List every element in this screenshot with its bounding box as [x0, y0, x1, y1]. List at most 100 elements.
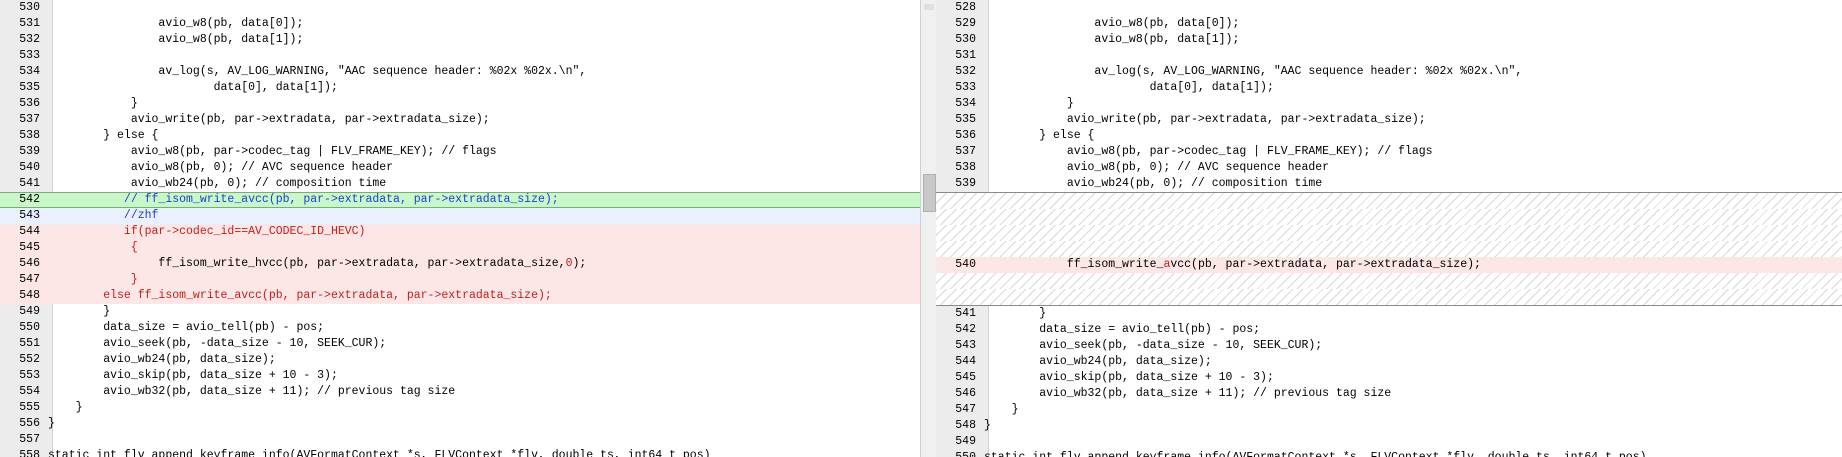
left-code-line[interactable]: 545 {	[0, 240, 920, 256]
left-code-line[interactable]: 543 //zhf	[0, 208, 920, 224]
code-text: avio_w8(pb, 0); // AVC sequence header	[48, 161, 394, 174]
line-number: 554	[19, 385, 40, 398]
right-code-line[interactable]: 545 avio_skip(pb, data_size + 10 - 3);	[936, 370, 1842, 386]
line-number: 550	[19, 321, 40, 334]
left-code-line[interactable]: 530	[0, 0, 920, 16]
right-code-line[interactable]: 529 avio_w8(pb, data[0]);	[936, 16, 1842, 32]
left-code-line[interactable]: 536 }	[0, 96, 920, 112]
left-code-line[interactable]: 531 avio_w8(pb, data[0]);	[0, 16, 920, 32]
left-code-line[interactable]: 541 avio_wb24(pb, 0); // composition tim…	[0, 176, 920, 192]
left-code-line[interactable]: 551 avio_seek(pb, -data_size - 10, SEEK_…	[0, 336, 920, 352]
left-code-line[interactable]: 539 avio_w8(pb, par->codec_tag | FLV_FRA…	[0, 144, 920, 160]
code-text: av_log(s, AV_LOG_WARNING, "AAC sequence …	[48, 65, 587, 78]
line-number: 548	[955, 419, 976, 432]
line-number: 552	[19, 353, 40, 366]
line-number: 540	[955, 258, 976, 271]
line-number: 529	[955, 17, 976, 30]
left-code-line[interactable]: 537 avio_write(pb, par->extradata, par->…	[0, 112, 920, 128]
line-number: 544	[19, 225, 40, 238]
right-code-line[interactable]: 536 } else {	[936, 128, 1842, 144]
code-text: avio_wb32(pb, data_size + 11); // previo…	[48, 385, 456, 398]
scroll-up-arrow-icon[interactable]	[924, 4, 934, 10]
right-code-line[interactable]: 540 ff_isom_write_avcc(pb, par->extradat…	[936, 257, 1842, 273]
left-code-line[interactable]: 550 data_size = avio_tell(pb) - pos;	[0, 320, 920, 336]
code-text: avio_w8(pb, par->codec_tag | FLV_FRAME_K…	[984, 145, 1433, 158]
code-text: avio_seek(pb, -data_size - 10, SEEK_CUR)…	[48, 337, 387, 350]
code-text: avio_write(pb, par->extradata, par->extr…	[984, 113, 1426, 126]
line-number: 537	[955, 145, 976, 158]
left-code-line[interactable]: 544 if(par->codec_id==AV_CODEC_ID_HEVC)	[0, 224, 920, 240]
line-number: 538	[19, 129, 40, 142]
left-code-line[interactable]: 535 data[0], data[1]);	[0, 80, 920, 96]
line-number: 530	[19, 1, 40, 14]
left-code-line[interactable]: 532 avio_w8(pb, data[1]);	[0, 32, 920, 48]
code-text: avio_seek(pb, -data_size - 10, SEEK_CUR)…	[984, 339, 1323, 352]
right-code-line[interactable]: 534 }	[936, 96, 1842, 112]
code-text: }	[984, 403, 1019, 416]
code-text: } else {	[984, 129, 1095, 142]
line-number: 532	[955, 65, 976, 78]
right-code-line[interactable]	[936, 192, 1842, 209]
line-number: 546	[19, 257, 40, 270]
right-code-line[interactable]: 541 }	[936, 306, 1842, 322]
left-code-line[interactable]: 556}	[0, 416, 920, 432]
right-code-line[interactable]: 533 data[0], data[1]);	[936, 80, 1842, 96]
left-code-lines: 530 531 avio_w8(pb, data[0]); 532 avio_w8(…	[0, 0, 920, 457]
code-text: avio_w8(pb, data[0]);	[48, 17, 304, 30]
left-code-line[interactable]: 546 ff_isom_write_hvcc(pb, par->extradat…	[0, 256, 920, 272]
right-code-line[interactable]	[936, 273, 1842, 289]
left-code-line[interactable]: 538 } else {	[0, 128, 920, 144]
line-number: 536	[955, 129, 976, 142]
code-text: avio_skip(pb, data_size + 10 - 3);	[984, 371, 1274, 384]
right-code-line[interactable]: 530 avio_w8(pb, data[1]);	[936, 32, 1842, 48]
left-code-line[interactable]: 534 av_log(s, AV_LOG_WARNING, "AAC seque…	[0, 64, 920, 80]
left-code-line[interactable]: 542 // ff_isom_write_avcc(pb, par->extra…	[0, 192, 920, 208]
right-code-line[interactable]: 548}	[936, 418, 1842, 434]
right-code-line[interactable]: 535 avio_write(pb, par->extradata, par->…	[936, 112, 1842, 128]
left-code-line[interactable]: 558 static int flv_append_keyframe_info(A…	[0, 448, 920, 457]
left-code-line[interactable]: 552 avio_wb24(pb, data_size);	[0, 352, 920, 368]
right-code-line[interactable]	[936, 225, 1842, 241]
left-code-line[interactable]: 548 else ff_isom_write_avcc(pb, par->ext…	[0, 288, 920, 304]
code-text: avio_wb32(pb, data_size + 11); // previo…	[984, 387, 1392, 400]
left-code-line[interactable]: 547 }	[0, 272, 920, 288]
left-code-line[interactable]: 555 }	[0, 400, 920, 416]
scrollbar-thumb[interactable]	[923, 174, 936, 212]
left-code-line[interactable]: 554 avio_wb32(pb, data_size + 11); // pr…	[0, 384, 920, 400]
line-number: 528	[955, 1, 976, 14]
right-code-line[interactable]: 543 avio_seek(pb, -data_size - 10, SEEK_…	[936, 338, 1842, 354]
left-code-line[interactable]: 553 avio_skip(pb, data_size + 10 - 3);	[0, 368, 920, 384]
right-code-line[interactable]: 538 avio_w8(pb, 0); // AVC sequence head…	[936, 160, 1842, 176]
line-number: 543	[955, 339, 976, 352]
left-code-line[interactable]: 557	[0, 432, 920, 448]
right-code-line[interactable]: 547 }	[936, 402, 1842, 418]
code-text: avio_w8(pb, data[1]);	[48, 33, 304, 46]
line-number: 547	[955, 403, 976, 416]
right-code-line[interactable]: 542 data_size = avio_tell(pb) - pos;	[936, 322, 1842, 338]
left-code-line[interactable]: 533	[0, 48, 920, 64]
right-code-line[interactable]: 550 static int flv_append_keyframe_info(A…	[936, 450, 1842, 457]
right-code-line[interactable]: 544 avio_wb24(pb, data_size);	[936, 354, 1842, 370]
right-code-line[interactable]: 531	[936, 48, 1842, 64]
line-number: 547	[19, 273, 40, 286]
right-code-line[interactable]: 528	[936, 0, 1842, 16]
right-file-pane[interactable]: 528 529 avio_w8(pb, data[0]); 530 avio_w8(…	[936, 0, 1842, 457]
right-code-line[interactable]	[936, 289, 1842, 306]
right-code-line[interactable]: 537 avio_w8(pb, par->codec_tag | FLV_FRA…	[936, 144, 1842, 160]
left-code-line[interactable]: 540 avio_w8(pb, 0); // AVC sequence head…	[0, 160, 920, 176]
line-number: 540	[19, 161, 40, 174]
right-code-line[interactable]: 539 avio_wb24(pb, 0); // composition tim…	[936, 176, 1842, 192]
code-text: avio_wb24(pb, data_size);	[48, 353, 276, 366]
line-number: 542	[19, 193, 40, 206]
right-code-line[interactable]	[936, 209, 1842, 225]
left-file-pane[interactable]: 530 531 avio_w8(pb, data[0]); 532 avio_w8(…	[0, 0, 920, 457]
right-code-line[interactable]: 546 avio_wb32(pb, data_size + 11); // pr…	[936, 386, 1842, 402]
left-code-line[interactable]: 549 }	[0, 304, 920, 320]
right-code-line[interactable]	[936, 241, 1842, 257]
line-number: 548	[19, 289, 40, 302]
line-number: 539	[955, 177, 976, 190]
right-code-line[interactable]: 549	[936, 434, 1842, 450]
code-text: }	[984, 419, 991, 432]
right-code-line[interactable]: 532 av_log(s, AV_LOG_WARNING, "AAC seque…	[936, 64, 1842, 80]
code-text: avio_w8(pb, data[0]);	[984, 17, 1240, 30]
